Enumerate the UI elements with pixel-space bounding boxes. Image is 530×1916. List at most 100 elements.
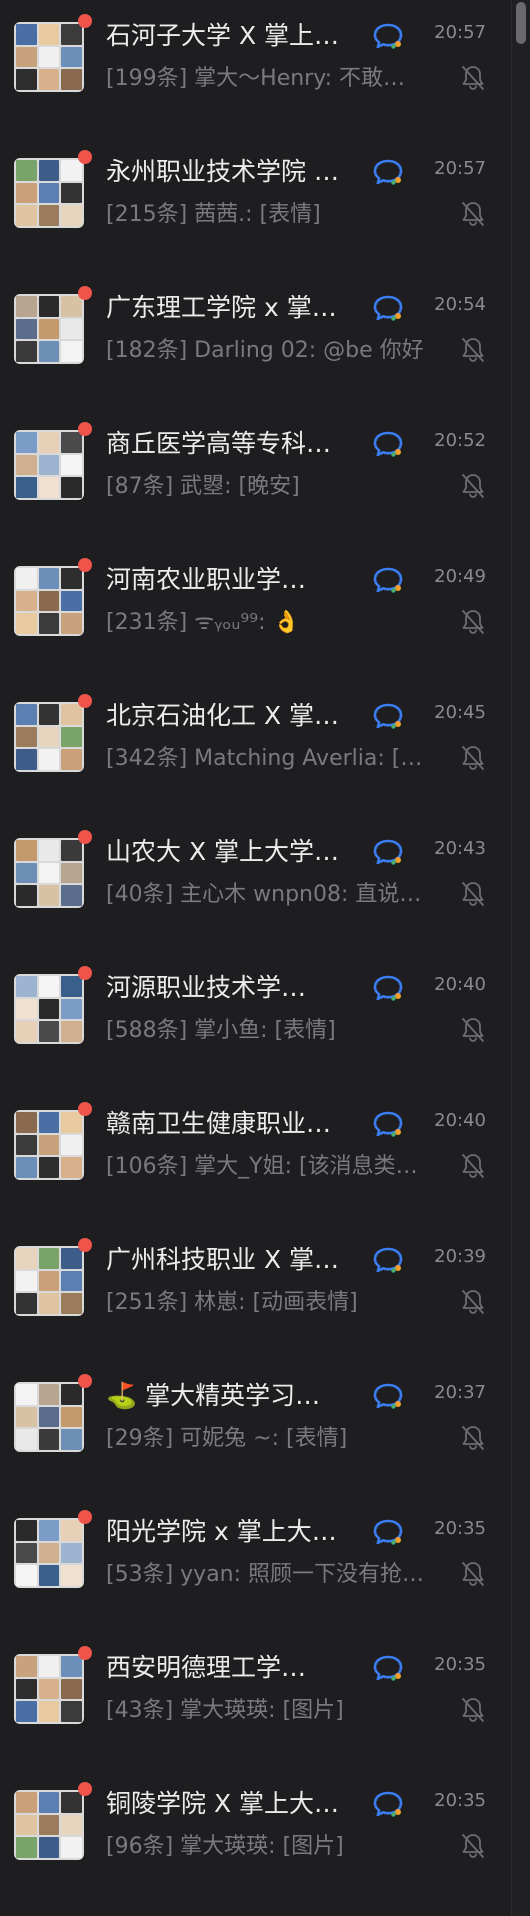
avatar-tile xyxy=(38,1134,60,1156)
avatar-tile xyxy=(38,341,60,362)
avatar-tile xyxy=(16,613,37,634)
conversation-row[interactable]: 赣南卫生健康职业… 20:40 [106条] 掌大_Y姐: [该消息类… xyxy=(0,1088,512,1224)
avatar-tile xyxy=(61,568,82,589)
avatar-tile xyxy=(38,1656,60,1677)
message-preview: [182条] Darling 02: @be 你好 xyxy=(106,338,424,363)
avatar-tile xyxy=(16,1701,37,1722)
avatar-tile xyxy=(16,1406,37,1428)
avatar-tile xyxy=(38,704,60,725)
avatar-tile xyxy=(16,590,37,612)
avatar-tile xyxy=(16,205,37,226)
avatar-tile xyxy=(61,69,82,90)
conversation-title: 赣南卫生健康职业… xyxy=(106,1109,332,1138)
message-time: 20:35 xyxy=(434,1518,486,1539)
avatar-tile xyxy=(16,1157,37,1178)
conversation-title: 西安明德理工学… xyxy=(106,1653,307,1682)
avatar-tile xyxy=(16,1429,37,1450)
conversation-row[interactable]: 河源职业技术学… 20:40 [588条] 掌小鱼: [表情] xyxy=(0,952,512,1088)
conversation-row[interactable]: 西安明德理工学… 20:35 [43条] 掌大瑛瑛: [图片] xyxy=(0,1632,512,1768)
message-time: 20:40 xyxy=(434,974,486,995)
conversation-row[interactable]: 广州科技职业 X 掌… 20:39 [251条] 林崽: [动画表情] xyxy=(0,1224,512,1360)
avatar-tile xyxy=(61,1270,82,1292)
avatar-tile xyxy=(16,1021,37,1042)
message-time: 20:35 xyxy=(434,1654,486,1675)
message-time: 20:35 xyxy=(434,1790,486,1811)
conversation-row[interactable]: 铜陵学院 X 掌上大… 20:35 [96条] 掌大瑛瑛: [图片] xyxy=(0,1768,512,1904)
scrollbar-thumb[interactable] xyxy=(516,2,526,44)
avatar-tile xyxy=(38,1701,60,1722)
group-chat-icon xyxy=(373,1655,403,1681)
group-chat-icon xyxy=(373,159,403,185)
group-avatar xyxy=(14,974,84,1044)
avatar-tile xyxy=(38,205,60,226)
avatar-tile xyxy=(38,568,60,589)
conversation-row[interactable]: 北京石油化工 X 掌… 20:45 [342条] Matching Averlia:… xyxy=(0,680,512,816)
avatar-tile xyxy=(38,477,60,498)
conversation-title: 广东理工学院 x 掌… xyxy=(106,293,337,322)
scrollbar-track[interactable] xyxy=(511,0,530,1916)
message-preview: [231条] ᯤᵧₒᵤ⁹⁹: 👌 xyxy=(106,610,300,635)
conversation-row[interactable]: 石河子大学 X 掌上… 20:57 [199条] 掌大～Henry: 不敢… xyxy=(0,0,512,136)
unread-badge xyxy=(78,286,92,300)
unread-badge xyxy=(78,830,92,844)
group-avatar xyxy=(14,430,84,500)
conversation-title: 石河子大学 X 掌上… xyxy=(106,21,340,50)
avatar-tile xyxy=(16,976,37,997)
bell-muted-icon xyxy=(462,202,484,226)
bell-muted-icon xyxy=(462,474,484,498)
message-preview: [342条] Matching Averlia: [… xyxy=(106,746,423,771)
conversation-row[interactable]: 山农大 X 掌上大学… 20:43 [40条] 主心木 wnpn08: 直说… xyxy=(0,816,512,952)
avatar-tile xyxy=(38,69,60,90)
conversation-row[interactable]: 商丘医学高等专科… 20:52 [87条] 武曌: [晚安] xyxy=(0,408,512,544)
message-preview: [96条] 掌大瑛瑛: [图片] xyxy=(106,1834,344,1859)
avatar-tile xyxy=(16,726,37,748)
unread-badge xyxy=(78,966,92,980)
conversation-row[interactable]: 阳光学院 x 掌上大… 20:35 [53条] yyan: 照顾一下没有抢… xyxy=(0,1496,512,1632)
avatar-tile xyxy=(38,432,60,453)
message-time: 20:57 xyxy=(434,158,486,179)
group-chat-icon xyxy=(373,431,403,457)
avatar-tile xyxy=(61,1134,82,1156)
avatar-tile xyxy=(38,726,60,748)
bell-muted-icon xyxy=(462,1698,484,1722)
avatar-tile xyxy=(61,998,82,1020)
avatar-tile xyxy=(61,24,82,45)
unread-badge xyxy=(78,150,92,164)
conversation-row[interactable]: 河南农业职业学… 20:49 [231条] ᯤᵧₒᵤ⁹⁹: 👌 xyxy=(0,544,512,680)
avatar-tile xyxy=(16,1565,37,1586)
conversation-title: 山农大 X 掌上大学… xyxy=(106,837,340,866)
bell-muted-icon xyxy=(462,610,484,634)
unread-badge xyxy=(78,1102,92,1116)
avatar-tile xyxy=(38,454,60,476)
unread-badge xyxy=(78,1238,92,1252)
avatar-tile xyxy=(16,568,37,589)
group-chat-icon xyxy=(373,23,403,49)
message-preview: [588条] 掌小鱼: [表情] xyxy=(106,1018,336,1043)
message-time: 20:45 xyxy=(434,702,486,723)
group-avatar xyxy=(14,1110,84,1180)
message-preview: [87条] 武曌: [晚安] xyxy=(106,474,300,499)
avatar-tile xyxy=(16,454,37,476)
avatar-tile xyxy=(61,1248,82,1269)
avatar-tile xyxy=(61,976,82,997)
avatar-tile xyxy=(38,749,60,770)
conversation-row[interactable]: 广东理工学院 x 掌… 20:54 [182条] Darling 02: @be 你… xyxy=(0,272,512,408)
avatar-tile xyxy=(61,160,82,181)
unread-badge xyxy=(78,1374,92,1388)
avatar-tile xyxy=(38,1406,60,1428)
avatar-tile xyxy=(61,749,82,770)
avatar-tile xyxy=(16,749,37,770)
conversation-row[interactable]: 永州职业技术学院 … 20:57 [215条] 茜茜.: [表情] xyxy=(0,136,512,272)
conversation-row[interactable]: ⛳ 掌大精英学习… 20:37 [29条] 可妮兔 ~: [表情] xyxy=(0,1360,512,1496)
conversation-title: 永州职业技术学院 … xyxy=(106,157,339,186)
avatar-tile xyxy=(61,1429,82,1450)
message-time: 20:54 xyxy=(434,294,486,315)
avatar-tile xyxy=(16,1112,37,1133)
avatar-tile xyxy=(38,976,60,997)
avatar-tile xyxy=(61,862,82,884)
group-avatar xyxy=(14,702,84,772)
avatar-tile xyxy=(61,1678,82,1700)
avatar-tile xyxy=(61,182,82,204)
avatar-tile xyxy=(38,46,60,68)
avatar-tile xyxy=(16,1837,37,1858)
